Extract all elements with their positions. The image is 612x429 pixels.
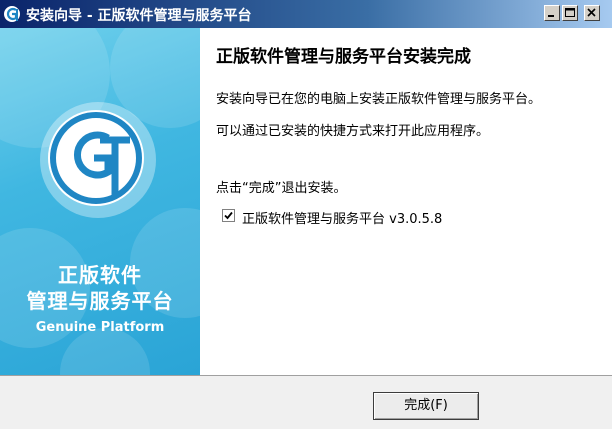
maximize-button[interactable]	[562, 5, 578, 21]
banner-title-line2: 管理与服务平台	[26, 289, 174, 313]
app-icon	[4, 6, 20, 22]
gp-logo-icon	[40, 102, 156, 218]
banner-title-line1: 正版软件	[58, 263, 142, 287]
close-button[interactable]	[584, 5, 600, 21]
install-message: 安装向导已在您的电脑上安装正版软件管理与服务平台。	[216, 92, 542, 107]
shortcut-message: 可以通过已安装的快捷方式来打开此应用程序。	[216, 124, 490, 139]
minimize-button[interactable]	[544, 5, 560, 21]
title-bar[interactable]: 安装向导 - 正版软件管理与服务平台	[0, 0, 612, 28]
content-panel: 正版软件管理与服务平台安装完成 安装向导已在您的电脑上安装正版软件管理与服务平台…	[200, 28, 612, 375]
close-icon	[587, 8, 596, 17]
launch-app-label[interactable]: 正版软件管理与服务平台 v3.0.5.8	[242, 208, 442, 227]
banner-subtitle: Genuine Platform	[35, 320, 165, 335]
exit-instruction: 点击“完成”退出安装。	[216, 181, 347, 196]
checkmark-icon	[224, 211, 233, 220]
finish-button[interactable]: 完成(F)	[373, 392, 479, 420]
window-title: 安装向导 - 正版软件管理与服务平台	[26, 8, 252, 24]
sidebar-banner: 正版软件 管理与服务平台 Genuine Platform	[0, 28, 200, 375]
installer-window: 安装向导 - 正版软件管理与服务平台 正版软件 管理与服务平台 Genuine …	[0, 0, 612, 429]
footer-divider	[0, 375, 612, 376]
launch-app-checkbox[interactable]	[222, 209, 235, 222]
minimize-icon	[548, 15, 554, 17]
maximize-icon	[565, 8, 575, 17]
page-title: 正版软件管理与服务平台安装完成	[216, 47, 471, 67]
